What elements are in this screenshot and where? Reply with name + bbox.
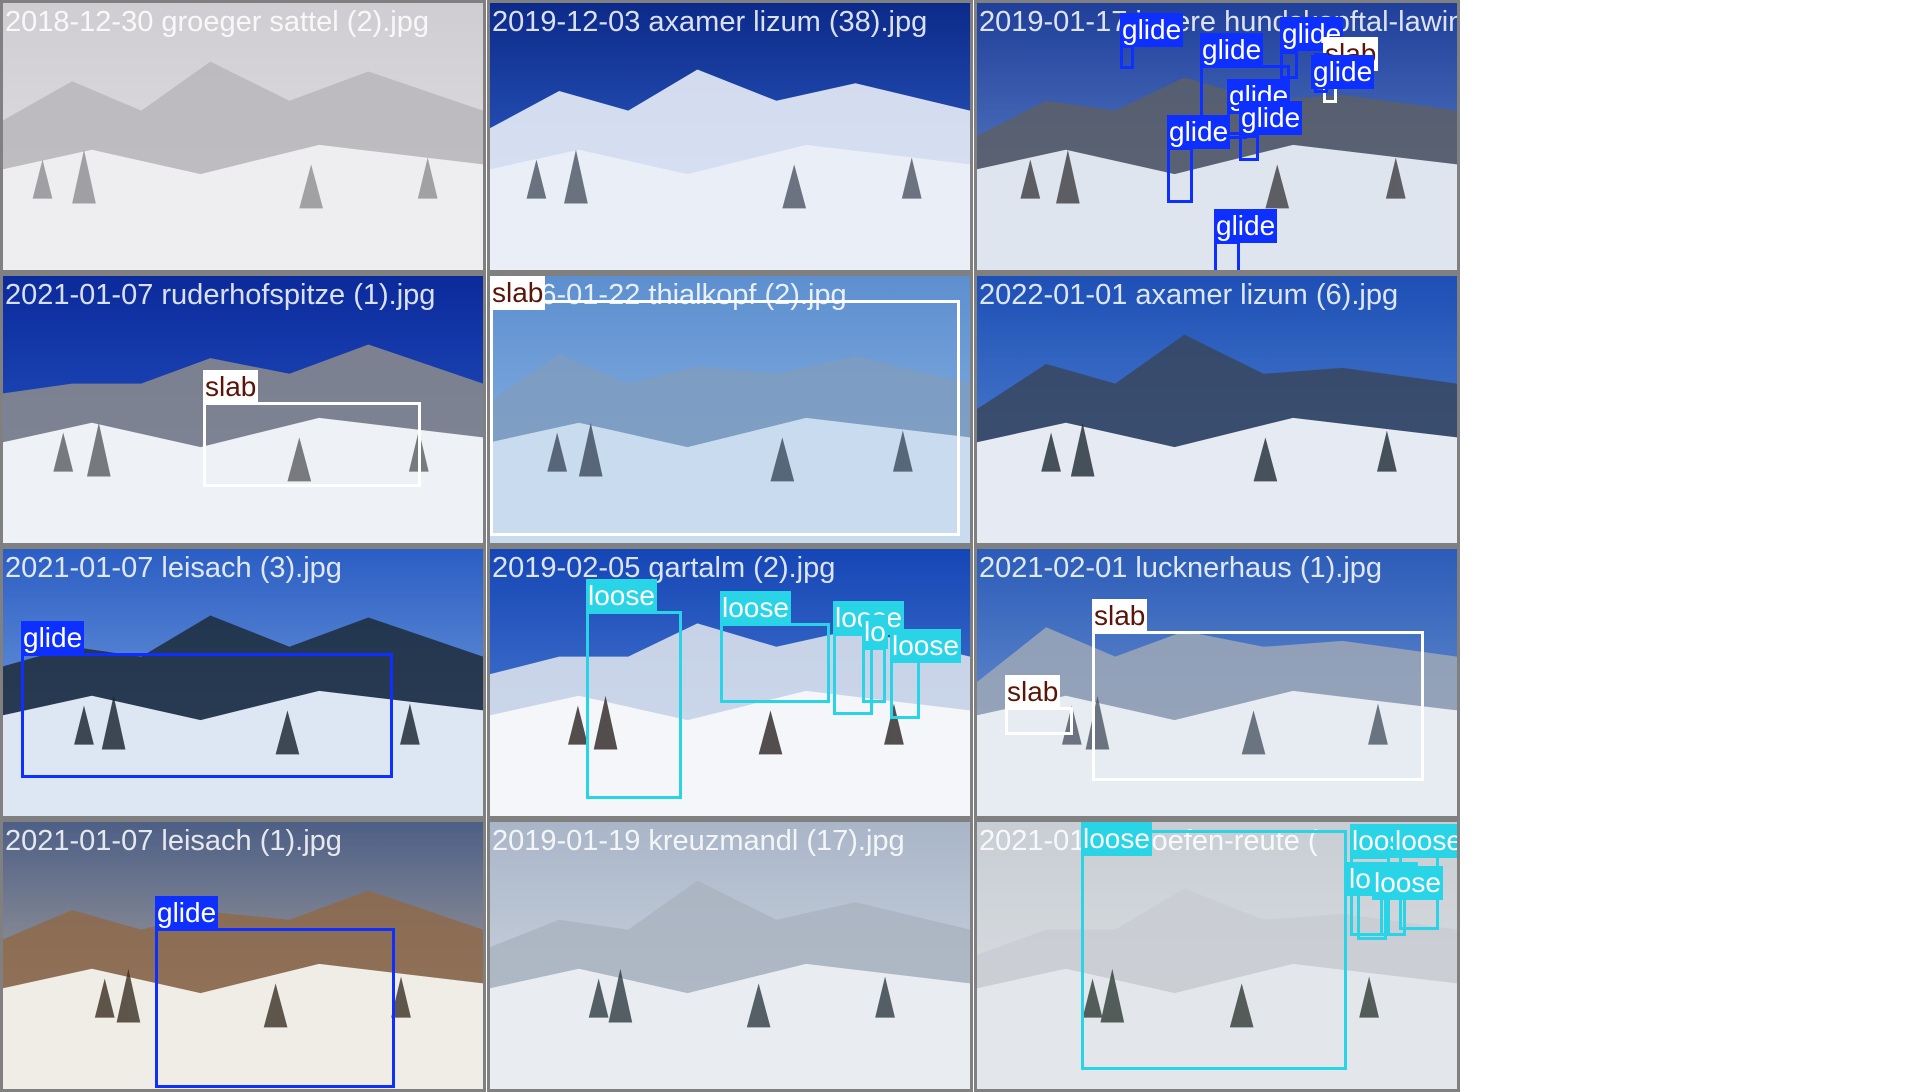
- slab-detection-box: [1092, 631, 1424, 781]
- glide-label: glide: [1214, 209, 1278, 243]
- glide-label: glide: [155, 896, 219, 930]
- image-tile: 2021-01-07 leisach (3).jpg glide: [0, 546, 486, 819]
- glide-label: glide: [21, 621, 85, 655]
- image-tile: 2021-01-07 ruderhofspitze (1).jpg slab: [0, 273, 486, 546]
- loose-detection-box: [1081, 830, 1347, 1070]
- loose-detection-box: [720, 623, 830, 703]
- loose-detection-box: [862, 647, 886, 703]
- photo-scene: [490, 3, 970, 270]
- image-mosaic: 2018-12-30 groeger sattel (2).jpg 2019-1…: [0, 0, 1460, 1092]
- loose-label: lo: [862, 615, 888, 649]
- image-tile: 2018-12-30 groeger sattel (2).jpg: [0, 0, 486, 273]
- glide-detection-box: [1280, 51, 1298, 79]
- image-tile: 2021-01-31 hoefen-reute (loose loose loose…: [974, 819, 1460, 1092]
- glide-detection-box: [21, 653, 393, 778]
- photo-scene: [977, 276, 1457, 543]
- photo-scene: [490, 822, 970, 1089]
- image-tile: 2022-01-01 axamer lizum (6).jpg: [974, 273, 1460, 546]
- image-tile: 2019-01-17 innere hundskopftal-lawine, k…: [974, 0, 1460, 273]
- loose-label: loose: [890, 629, 961, 663]
- photo-scene: [3, 3, 483, 270]
- glide-detection-box: [1167, 147, 1193, 203]
- image-tile: 2016-01-22 thialkopf (2).jpg slab: [487, 273, 973, 546]
- glide-label: glide: [1200, 33, 1264, 67]
- loose-label: loose: [1081, 822, 1152, 856]
- loose-label: loose: [586, 579, 657, 613]
- slab-label: slab: [1005, 675, 1061, 709]
- slab-label: slab: [1092, 599, 1148, 633]
- loose-detection-box: [890, 659, 920, 719]
- glide-detection-box: [1120, 45, 1134, 69]
- loose-label: loose: [1393, 824, 1457, 858]
- slab-label: slab: [203, 370, 259, 404]
- image-tile: 2021-01-07 leisach (1).jpg glide: [0, 819, 486, 1092]
- image-tile: 2019-12-03 axamer lizum (38).jpg: [487, 0, 973, 273]
- glide-label: glide: [1120, 13, 1184, 47]
- slab-detection-box: [203, 402, 421, 487]
- image-tile: 2021-02-01 lucknerhaus (1).jpg slab slab: [974, 546, 1460, 819]
- slab-detection-box: [1005, 707, 1073, 735]
- glide-detection-box: [155, 928, 395, 1088]
- loose-label: loose: [1372, 866, 1443, 900]
- slab-label: slab: [490, 276, 546, 310]
- glide-detection-box: [1214, 241, 1240, 270]
- slab-detection-box: [490, 300, 960, 536]
- image-tile: 2019-01-19 kreuzmandl (17).jpg: [487, 819, 973, 1092]
- glide-detection-box: [1239, 135, 1259, 161]
- glide-label: glide: [1167, 115, 1231, 149]
- loose-detection-box: [586, 611, 682, 799]
- image-tile: 2019-02-05 gartalm (2).jpglooselooseloos…: [487, 546, 973, 819]
- glide-label: glide: [1311, 55, 1375, 89]
- glide-label: glide: [1239, 101, 1303, 135]
- loose-label: loose: [720, 591, 791, 625]
